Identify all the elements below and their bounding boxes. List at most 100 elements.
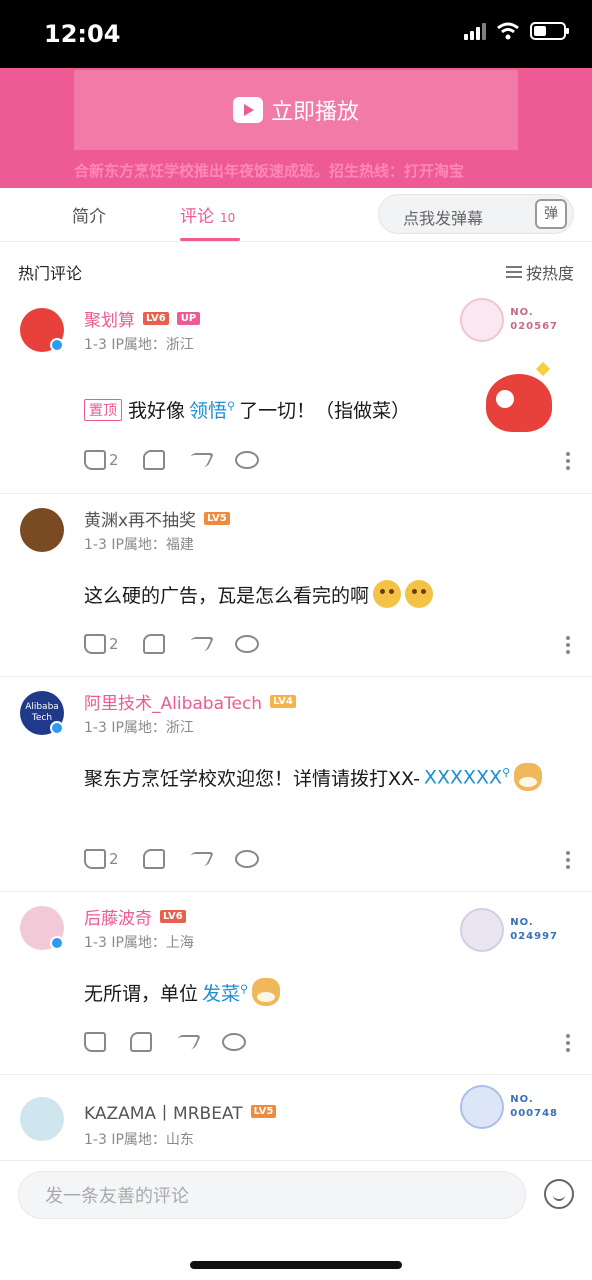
video-player[interactable]: 立即播放 合新东方烹饪学校推出年夜饭速成班。招生热线：打开淘宝 [0, 68, 592, 188]
fan-badge-anime-girl-icon [460, 908, 505, 952]
search-link-label: 发菜 [202, 982, 241, 1005]
username[interactable]: 后藤波奇 [84, 904, 152, 929]
active-tab-indicator [180, 238, 240, 241]
fan-no-label: NO. [510, 307, 534, 318]
share-icon [185, 453, 214, 467]
comment-text: 无所谓，单位 [84, 982, 199, 1005]
share-button[interactable] [185, 852, 214, 866]
like-button[interactable]: 2 [84, 849, 119, 869]
share-button[interactable] [185, 637, 214, 651]
search-icon: ⚲ [240, 982, 249, 996]
avatar[interactable] [20, 508, 64, 552]
dislike-button[interactable] [142, 849, 165, 869]
dislike-button[interactable] [130, 1032, 152, 1052]
search-icon: ⚲ [502, 765, 511, 779]
share-button[interactable] [185, 453, 214, 467]
fan-badge-blue-hair-icon [460, 1085, 505, 1129]
comment-username[interactable]: 阿里技术_AlibabaTech LV4 [84, 689, 296, 714]
emoji-picker-icon[interactable] [544, 1179, 574, 1209]
fan-no-value: 024997 [510, 931, 558, 942]
reply-button[interactable] [234, 451, 259, 469]
more-icon[interactable] [566, 636, 570, 654]
hot-comments-title: 热门评论 [18, 264, 83, 283]
thumbs-down-icon [130, 1032, 152, 1052]
reply-bubble-icon [234, 850, 259, 868]
verified-icon [50, 721, 64, 735]
more-icon[interactable] [566, 452, 570, 470]
comment-username[interactable]: 聚划算 LV6 UP [84, 306, 201, 331]
comment-actions: 2 [84, 634, 259, 654]
fan-badge: NO. 000748 [460, 1085, 558, 1129]
like-button[interactable]: 2 [84, 450, 119, 470]
tv-play-icon [232, 97, 263, 123]
comment-text-tail: 了一切！（指做菜） [239, 400, 411, 422]
like-button[interactable] [84, 1032, 106, 1052]
thumbs-down-icon [142, 450, 165, 470]
more-icon[interactable] [566, 851, 570, 869]
fan-badge-bear-icon [460, 298, 505, 342]
like-count: 2 [109, 850, 119, 868]
grin-face-emoji-icon [405, 580, 434, 608]
comment-actions: 2 [84, 450, 259, 470]
comment-username[interactable]: 黄渊x再不抽奖 LV5 [84, 506, 230, 531]
danmaku-toggle-button[interactable]: 弹 [535, 199, 567, 229]
search-link-label: 领悟 [189, 400, 228, 422]
play-now-button[interactable]: 立即播放 [0, 94, 592, 126]
comment-text: 我好像 [128, 400, 186, 422]
reply-button[interactable] [234, 850, 259, 868]
search-icon: ⚲ [227, 399, 236, 413]
comment-meta: 1-3 IP属地：浙江 [84, 337, 194, 353]
username[interactable]: 聚划算 [84, 306, 135, 331]
comment-item: KAZAMA丨MRBEAT LV5 1-3 IP属地：山东 NO. 000748 [0, 1075, 592, 1160]
reply-button[interactable] [222, 1033, 246, 1051]
comment-body: 置顶 我好像 领悟⚲ 了一切！（指做菜） [84, 396, 574, 423]
fan-badge: NO. 020567 [460, 298, 558, 342]
pinned-label: 置顶 [84, 398, 122, 421]
thumbs-down-icon [142, 634, 165, 654]
comment-username[interactable]: 后藤波奇 LV6 [84, 904, 186, 929]
username[interactable]: KAZAMA丨MRBEAT [84, 1099, 243, 1124]
status-bar: 12:04 [0, 0, 592, 68]
comment-username[interactable]: KAZAMA丨MRBEAT LV5 [84, 1099, 277, 1124]
comment-body: 无所谓，单位 发菜⚲ [84, 978, 574, 1006]
comment-actions [84, 1032, 246, 1052]
thumbs-up-icon [84, 1032, 106, 1052]
comment-item: 黄渊x再不抽奖 LV5 1-3 IP属地：福建 这么硬的广告，瓦是怎么看完的啊 … [0, 494, 592, 677]
comment-actions: 2 [84, 849, 259, 869]
danmaku-input[interactable]: 点我发弹幕 弹 [378, 194, 574, 234]
tab-intro[interactable]: 简介 [72, 202, 106, 227]
fan-no-label: NO. [510, 917, 534, 928]
battery-icon [530, 22, 569, 40]
username[interactable]: 阿里技术_AlibabaTech [84, 689, 262, 714]
dislike-button[interactable] [142, 450, 165, 470]
reply-button[interactable] [234, 635, 259, 653]
search-link[interactable]: 发菜⚲ [202, 979, 248, 1006]
wifi-icon [497, 22, 519, 40]
like-button[interactable]: 2 [84, 634, 119, 654]
tab-comments-label: 评论 [180, 207, 214, 227]
sort-icon [505, 266, 522, 278]
username[interactable]: 黄渊x再不抽奖 [84, 506, 196, 531]
home-indicator [190, 1261, 402, 1269]
thumbs-up-icon [84, 450, 106, 470]
more-icon[interactable] [566, 1034, 570, 1052]
share-button[interactable] [172, 1035, 202, 1049]
level-badge: LV5 [250, 1105, 277, 1118]
danmaku-placeholder: 点我发弹幕 [403, 209, 484, 228]
comment-input[interactable]: 发一条友善的评论 [18, 1171, 526, 1219]
comment-text: 这么硬的广告，瓦是怎么看完的啊 [84, 584, 370, 607]
avatar[interactable] [20, 1097, 64, 1141]
comment-meta: 1-3 IP属地：山东 [84, 1132, 194, 1148]
comment-meta: 1-3 IP属地：浙江 [84, 720, 194, 736]
tab-comments[interactable]: 评论 10 [180, 202, 235, 227]
comment-item: 后藤波奇 LV6 1-3 IP属地：上海 NO. 024997 无所谓，单位 发… [0, 892, 592, 1075]
dislike-button[interactable] [142, 634, 165, 654]
search-link[interactable]: XXXXXX⚲ [424, 766, 510, 788]
sort-label: 按热度 [525, 264, 574, 283]
reply-bubble-icon [222, 1033, 246, 1051]
fan-no-label: NO. [510, 1094, 534, 1105]
sort-button[interactable]: 按热度 [505, 260, 574, 284]
up-badge: UP [176, 312, 201, 325]
search-link[interactable]: 领悟⚲ [189, 396, 235, 423]
verified-icon [50, 936, 64, 950]
